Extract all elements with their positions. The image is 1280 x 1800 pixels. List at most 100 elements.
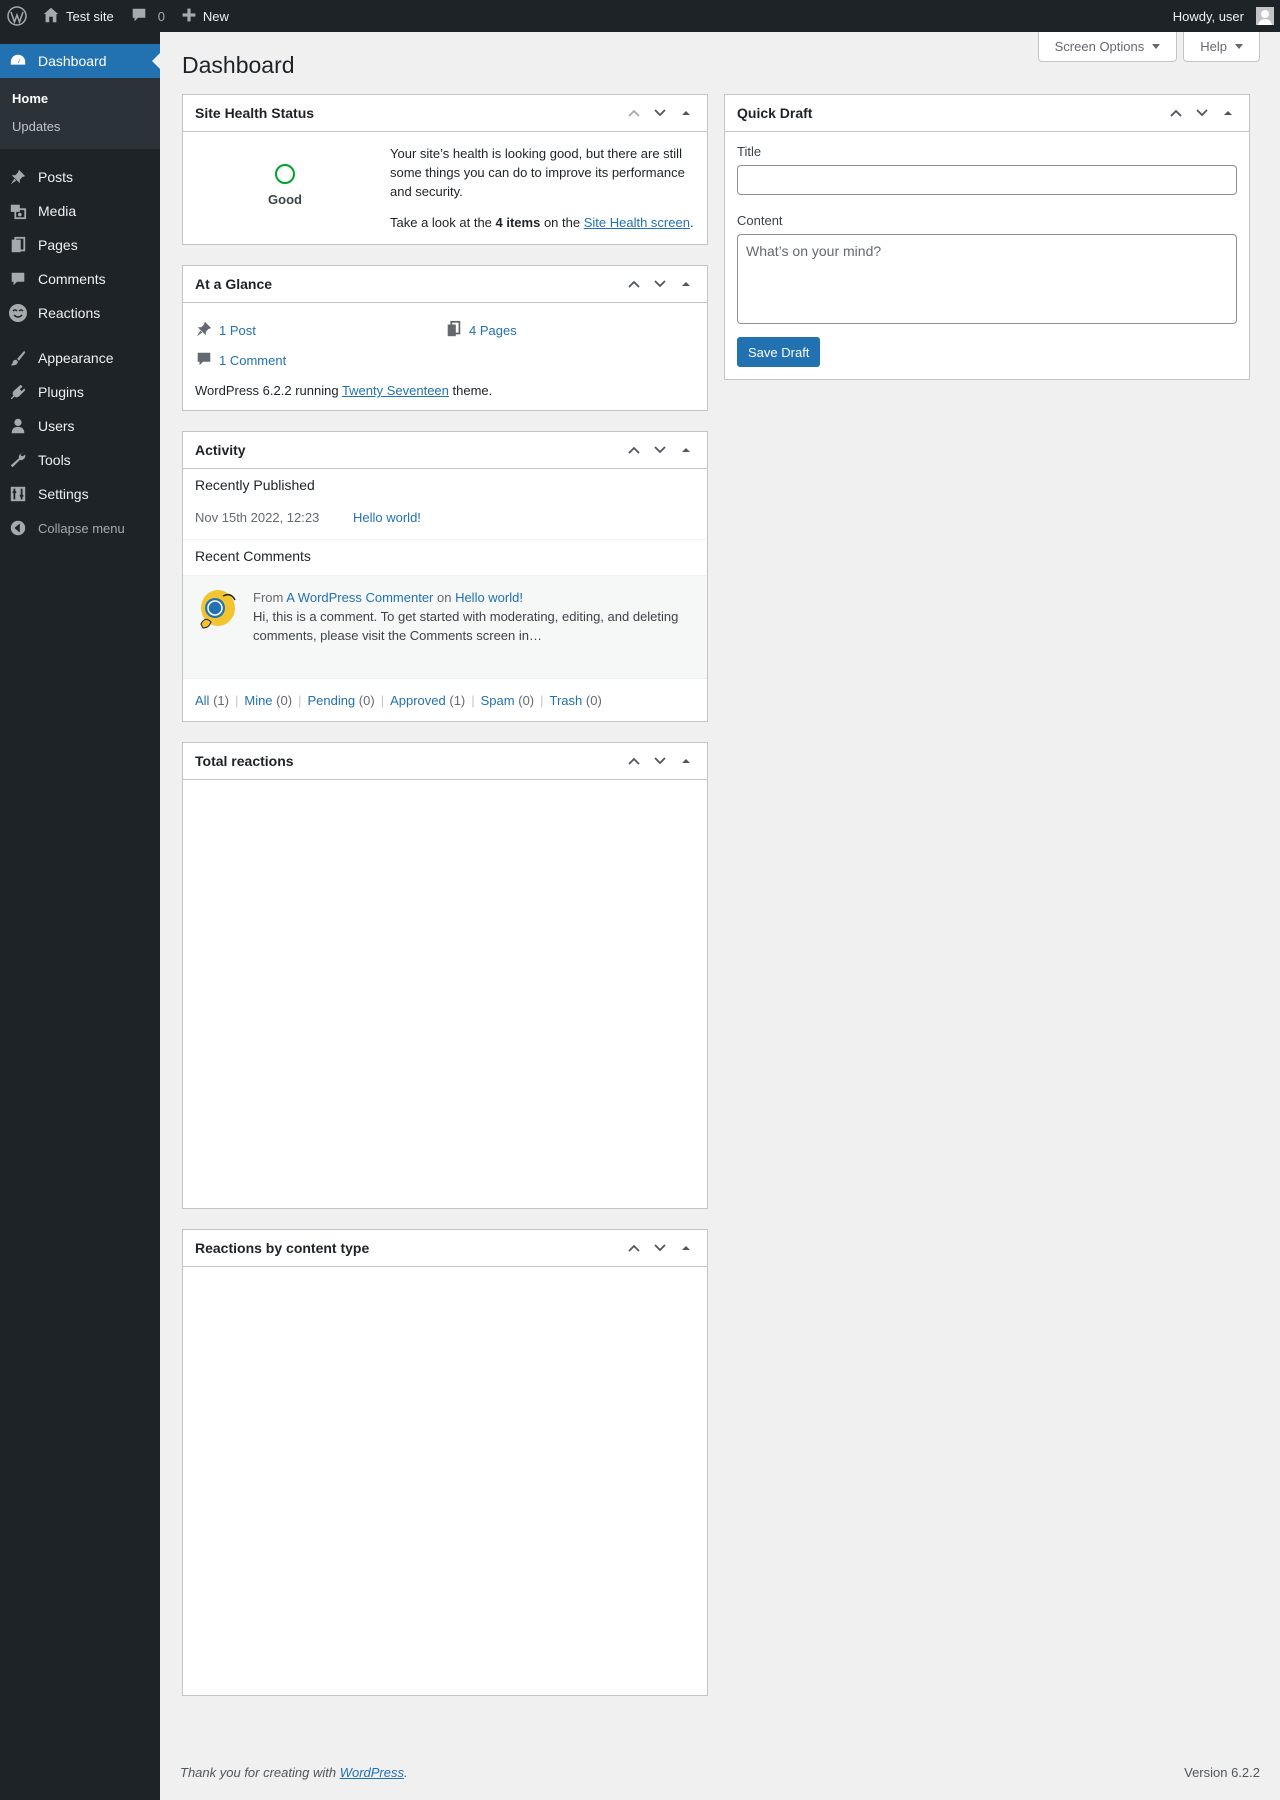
commenter-link[interactable]: A WordPress Commenter	[286, 590, 433, 605]
toggle-panel-icon[interactable]	[677, 104, 695, 122]
health-message: Your site’s health is looking good, but …	[390, 146, 685, 199]
theme-link[interactable]: Twenty Seventeen	[342, 383, 449, 398]
media-icon	[8, 201, 28, 221]
filter-pending-link[interactable]: Pending	[307, 693, 355, 708]
move-up-icon[interactable]	[1167, 104, 1185, 122]
move-up-icon[interactable]	[625, 752, 643, 770]
widget-header: Site Health Status	[183, 95, 707, 132]
post-link[interactable]: Hello world!	[353, 510, 421, 525]
title-label: Title	[737, 144, 762, 159]
user-icon	[8, 416, 28, 436]
list-item: Nov 15th 2022, 12:23 Hello world!	[183, 504, 707, 540]
move-down-icon[interactable]	[651, 104, 669, 122]
move-down-icon[interactable]	[1193, 104, 1211, 122]
menu-label: Reactions	[38, 305, 101, 321]
filter-trash-link[interactable]: Trash	[550, 693, 583, 708]
filter-spam-link[interactable]: Spam	[481, 693, 515, 708]
dashboard-icon	[8, 51, 28, 71]
move-down-icon[interactable]	[651, 275, 669, 293]
collapse-label: Collapse menu	[38, 520, 125, 536]
comment-post-link[interactable]: Hello world!	[455, 590, 523, 605]
filter-approved-link[interactable]: Approved	[390, 693, 446, 708]
screen-meta-links: Screen Options Help	[1037, 32, 1260, 62]
menu-tools[interactable]: Tools	[0, 443, 160, 477]
caret-down-icon	[1152, 44, 1161, 49]
menu-plugins[interactable]: Plugins	[0, 375, 160, 409]
dashboard-column-right: Quick Draft Title Content Save Draft	[724, 94, 1250, 400]
move-down-icon[interactable]	[651, 752, 669, 770]
help-button[interactable]: Help	[1183, 32, 1260, 62]
widget-header: At a Glance	[183, 266, 707, 303]
site-name-link[interactable]: Test site	[34, 0, 122, 32]
move-down-icon[interactable]	[651, 441, 669, 459]
pages-count-link[interactable]: 4 Pages	[469, 323, 517, 338]
menu-pages[interactable]: Pages	[0, 228, 160, 262]
plugin-icon	[8, 382, 28, 402]
health-status-label: Good	[268, 192, 302, 207]
draft-title-input[interactable]	[737, 165, 1237, 195]
menu-comments[interactable]: Comments	[0, 262, 160, 296]
wordpress-logo-icon[interactable]	[0, 0, 34, 32]
move-up-icon[interactable]	[625, 275, 643, 293]
widget-title: Site Health Status	[195, 105, 315, 121]
move-up-icon[interactable]	[625, 104, 643, 122]
site-health-screen-link[interactable]: Site Health screen	[584, 215, 690, 230]
comments-count-link[interactable]: 1 Comment	[219, 353, 286, 368]
menu-dashboard[interactable]: Dashboard	[0, 44, 160, 78]
menu-label: Plugins	[38, 384, 84, 400]
filter-mine-link[interactable]: Mine	[244, 693, 272, 708]
menu-label: Pages	[38, 237, 78, 253]
my-account-link[interactable]: Howdy, user	[1165, 0, 1280, 32]
save-draft-button[interactable]: Save Draft	[737, 337, 821, 367]
widget-body	[183, 780, 707, 1208]
smiley-icon	[8, 303, 28, 323]
toggle-panel-icon[interactable]	[677, 441, 695, 459]
widget-body	[183, 1267, 707, 1695]
menu-label: Users	[38, 418, 75, 434]
posts-count-link[interactable]: 1 Post	[219, 323, 256, 338]
new-content-link[interactable]: New	[173, 0, 237, 32]
draft-content-textarea[interactable]	[737, 234, 1237, 324]
total-reactions-widget: Total reactions	[182, 742, 708, 1209]
pushpin-icon	[195, 320, 213, 341]
widget-title: Total reactions	[195, 753, 294, 769]
comment-excerpt: Hi, this is a comment. To get started wi…	[253, 609, 679, 643]
toggle-panel-icon[interactable]	[1219, 104, 1237, 122]
comment-icon	[130, 6, 148, 27]
caret-down-icon	[1235, 44, 1243, 49]
toggle-panel-icon[interactable]	[677, 752, 695, 770]
widget-title: Reactions by content type	[195, 1240, 370, 1256]
widget-header: Quick Draft	[725, 95, 1249, 132]
filter-all-link[interactable]: All	[195, 693, 209, 708]
collapse-menu-button[interactable]: Collapse menu	[0, 511, 160, 545]
menu-settings[interactable]: Settings	[0, 477, 160, 511]
widget-title: Quick Draft	[737, 105, 813, 121]
menu-posts[interactable]: Posts	[0, 160, 160, 194]
move-up-icon[interactable]	[625, 1239, 643, 1257]
pushpin-icon	[8, 167, 28, 187]
wordpress-link[interactable]: WordPress	[340, 1765, 404, 1780]
screen-options-button[interactable]: Screen Options	[1037, 32, 1178, 62]
menu-label: Posts	[38, 169, 74, 185]
widget-header: Reactions by content type	[183, 1230, 707, 1267]
toggle-panel-icon[interactable]	[677, 275, 695, 293]
toggle-panel-icon[interactable]	[677, 1239, 695, 1257]
wordpress-version-text: WordPress 6.2.2 running Twenty Seventeen…	[195, 383, 493, 398]
filter-count: (0)	[358, 692, 375, 708]
menu-reactions[interactable]: Reactions	[0, 296, 160, 330]
submenu-home[interactable]: Home	[0, 85, 160, 113]
menu-users[interactable]: Users	[0, 409, 160, 443]
comments-link[interactable]: 0	[122, 0, 173, 32]
menu-appearance[interactable]: Appearance	[0, 341, 160, 375]
home-icon	[42, 6, 60, 27]
move-down-icon[interactable]	[651, 1239, 669, 1257]
comment-icon	[195, 350, 213, 371]
menu-media[interactable]: Media	[0, 194, 160, 228]
health-items-count: 4 items	[495, 215, 541, 230]
health-items-text: Take a look at the 4 items on the Site H…	[390, 215, 694, 230]
widget-header: Activity	[183, 432, 707, 469]
move-up-icon[interactable]	[625, 441, 643, 459]
pages-icon	[445, 320, 463, 341]
submenu-updates[interactable]: Updates	[0, 113, 160, 141]
screen-options-label: Screen Options	[1054, 39, 1145, 54]
